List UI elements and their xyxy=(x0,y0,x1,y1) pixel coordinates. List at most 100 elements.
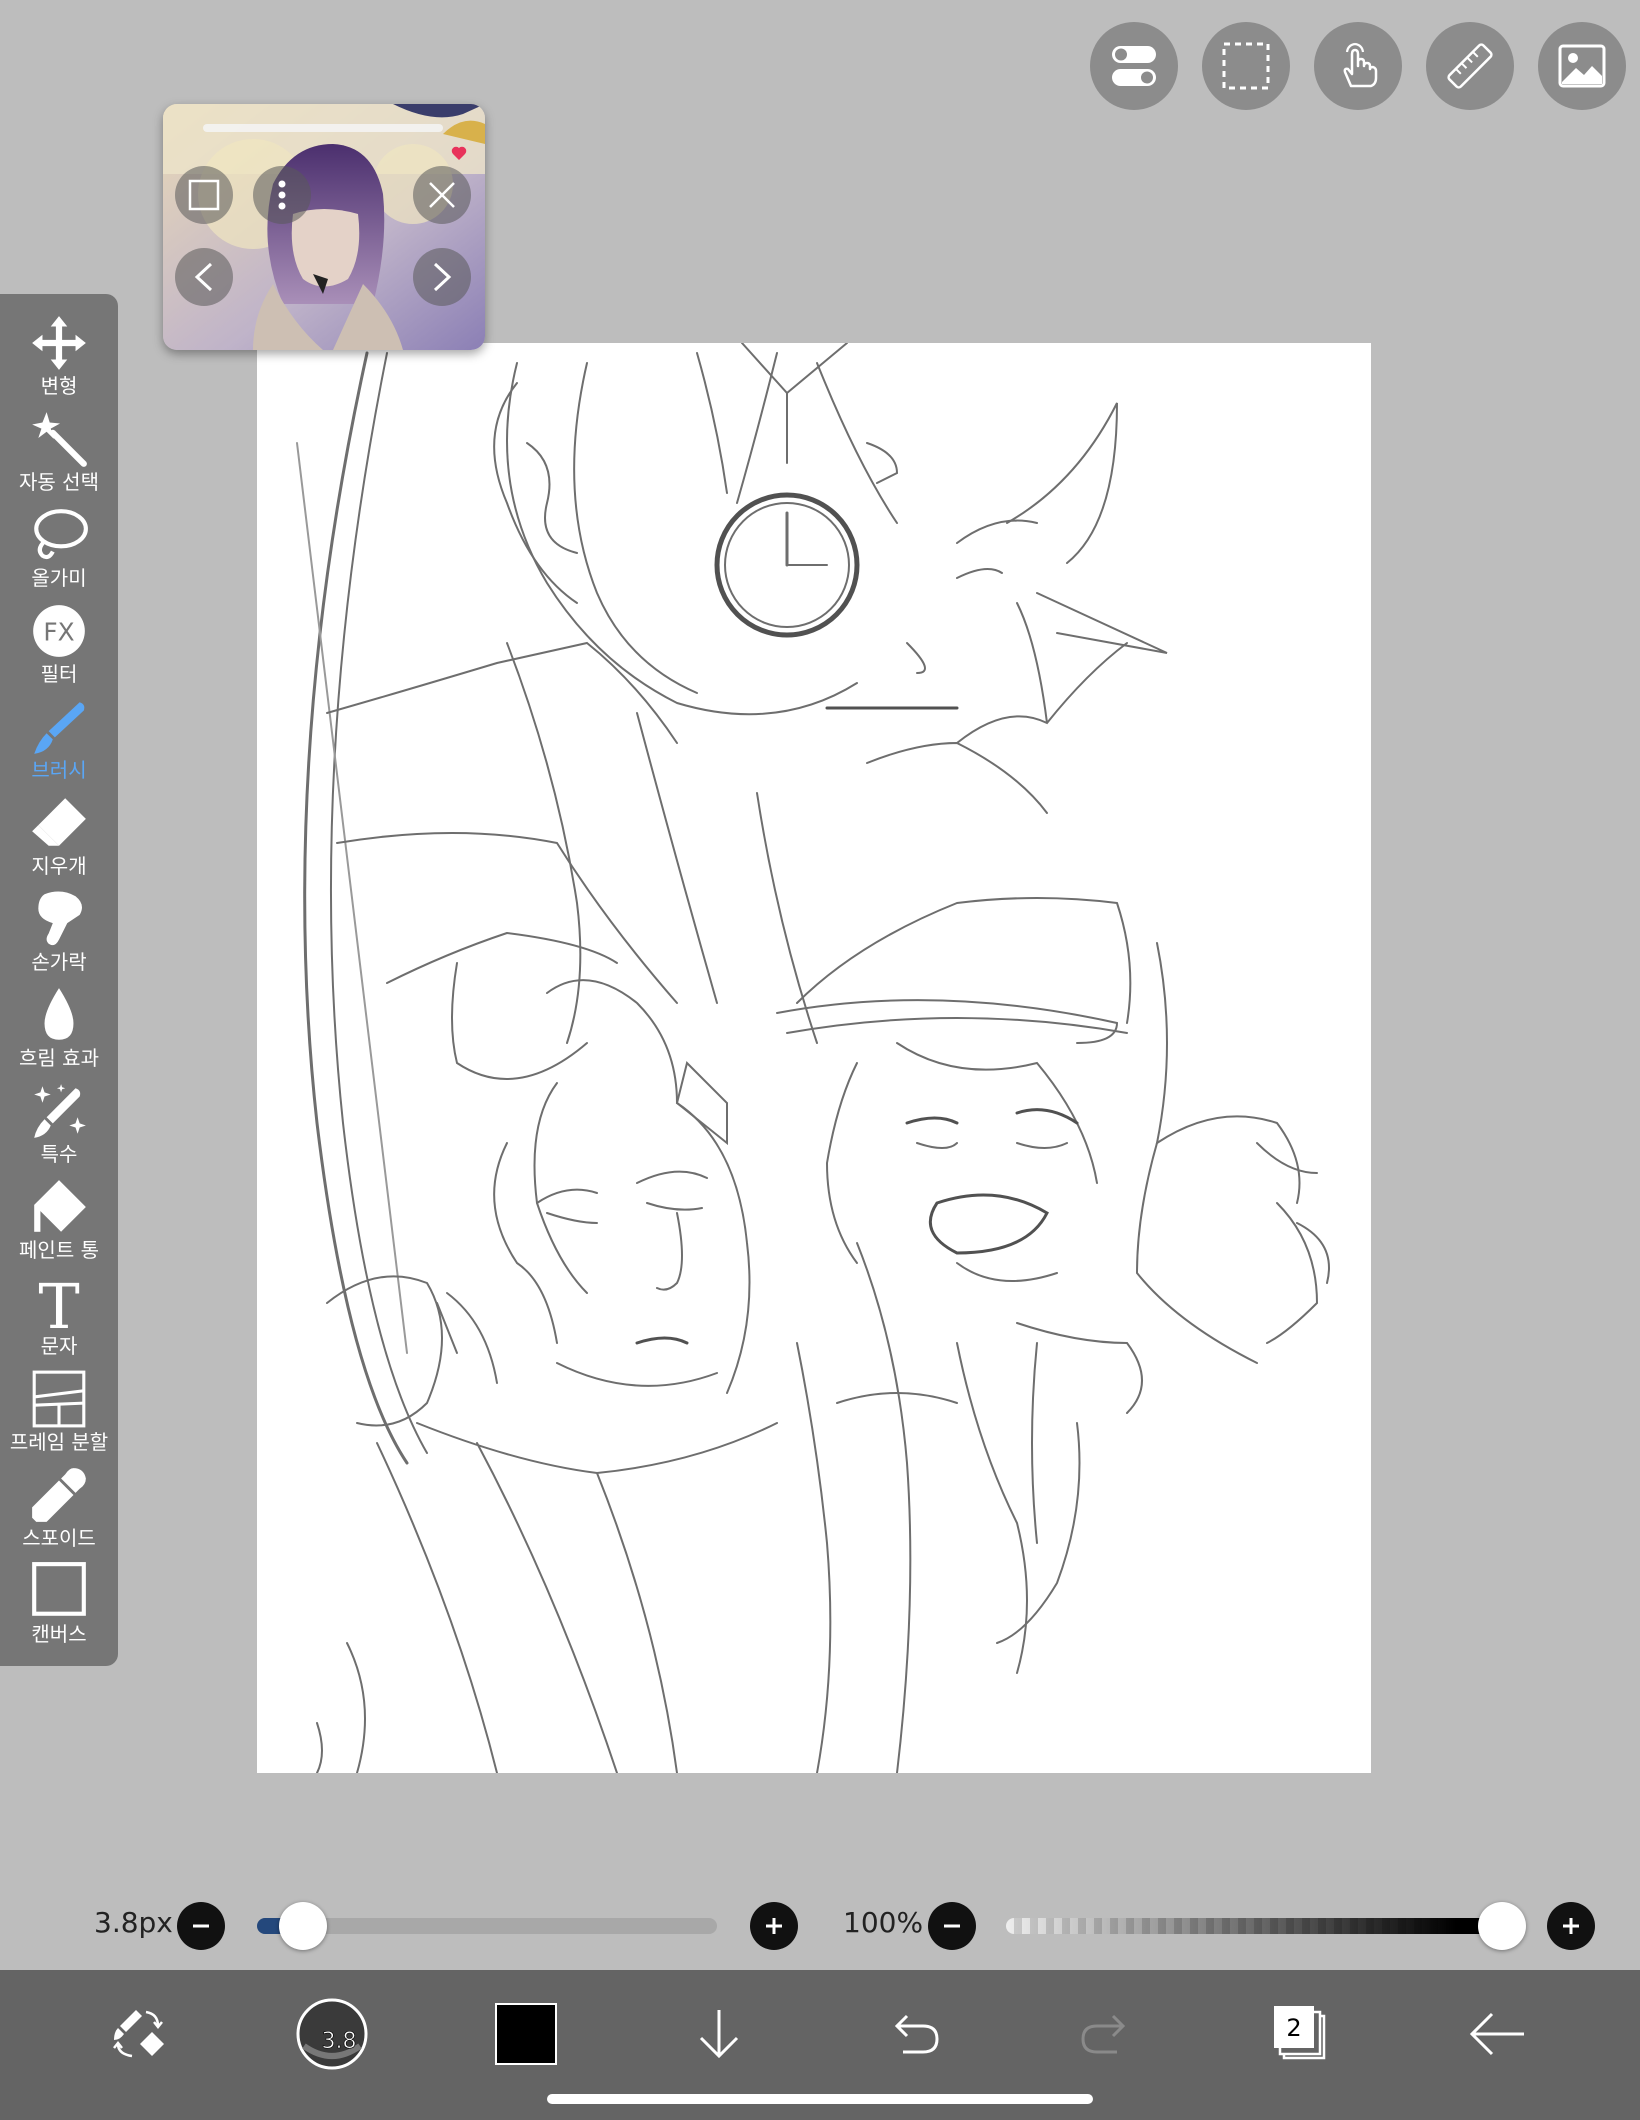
brush-size-value: 3.8px xyxy=(94,1906,173,1939)
reference-thumbnail xyxy=(163,104,485,350)
plus-icon xyxy=(766,1918,782,1934)
touch-hand-icon xyxy=(1343,42,1378,88)
tool-label: 스포이드 xyxy=(22,1526,96,1550)
special-brush-icon xyxy=(34,1084,86,1138)
fx-glyph: FX xyxy=(43,617,74,646)
opacity-decrease-button[interactable] xyxy=(928,1902,976,1950)
tool-eyedropper[interactable]: 스포이드 xyxy=(0,1464,118,1560)
paint-bucket-icon xyxy=(34,1180,86,1232)
toggle-switch-icon xyxy=(1112,46,1156,86)
drawing-canvas[interactable] xyxy=(257,343,1371,1773)
reference-close-button[interactable] xyxy=(413,166,471,224)
home-indicator[interactable] xyxy=(547,2094,1093,2104)
import-button[interactable] xyxy=(679,1994,759,2074)
tool-paint-bucket[interactable]: 페인트 통 xyxy=(0,1176,118,1272)
brush-eraser-swap-icon xyxy=(113,2010,164,2058)
brush-preview-icon: 3.8 xyxy=(296,1998,368,2070)
opacity-handle[interactable] xyxy=(1478,1902,1526,1950)
tool-label: 프레임 분할 xyxy=(9,1430,109,1454)
color-picker-button[interactable] xyxy=(486,1994,566,2074)
tool-special[interactable]: 특수 xyxy=(0,1080,118,1176)
back-button[interactable] xyxy=(1458,1994,1538,2074)
image-icon xyxy=(1558,44,1606,88)
tool-label: 문자 xyxy=(40,1334,78,1358)
top-tool-buttons xyxy=(1090,18,1630,128)
reference-image-button[interactable] xyxy=(1538,22,1626,110)
reference-more-button[interactable] xyxy=(253,166,311,224)
tool-canvas[interactable]: 캔버스 xyxy=(0,1560,118,1656)
close-icon xyxy=(429,182,455,208)
layer-count: 2 xyxy=(1286,2014,1301,2042)
tool-transform[interactable]: 변형 xyxy=(0,312,118,408)
tool-brush[interactable]: 브러시 xyxy=(0,696,118,792)
blur-drop-icon xyxy=(44,988,74,1040)
finger-smudge-icon xyxy=(38,891,82,946)
reference-prev-button[interactable] xyxy=(175,248,233,306)
arrow-down-icon xyxy=(699,2010,739,2059)
tool-blur[interactable]: 흐림 효과 xyxy=(0,984,118,1080)
fx-icon: FX xyxy=(33,605,85,657)
ruler-button[interactable] xyxy=(1426,22,1514,110)
tool-label: 흐림 효과 xyxy=(19,1046,99,1070)
tool-label: 손가락 xyxy=(31,950,87,974)
resize-icon xyxy=(188,179,220,211)
brush-size-decrease-button[interactable] xyxy=(177,1902,225,1950)
reference-resize-button[interactable] xyxy=(175,166,233,224)
brush-size-preview-button[interactable]: 3.8 xyxy=(292,1994,372,2074)
tool-label: 특수 xyxy=(40,1142,78,1166)
selection-button[interactable] xyxy=(1202,22,1290,110)
tool-label: 브러시 xyxy=(31,758,87,782)
undo-button[interactable] xyxy=(873,1994,953,2074)
swap-brush-eraser-button[interactable] xyxy=(98,1994,178,2074)
opacity-slider[interactable] xyxy=(1006,1918,1506,1934)
move-arrows-icon xyxy=(32,316,86,370)
tool-eraser[interactable]: 지우개 xyxy=(0,792,118,888)
next-icon xyxy=(433,262,452,292)
brush-size-badge: 3.8 xyxy=(322,2029,357,2054)
more-vertical-icon xyxy=(278,180,286,210)
undo-icon xyxy=(894,2014,939,2054)
magic-wand-icon xyxy=(32,412,87,467)
tool-text[interactable]: T 문자 xyxy=(0,1272,118,1368)
tool-frame-divide[interactable]: 프레임 분할 xyxy=(0,1368,118,1464)
tool-label: 자동 선택 xyxy=(19,470,99,494)
current-color-swatch xyxy=(495,2003,557,2065)
tool-label: 올가미 xyxy=(31,566,87,590)
text-tool-icon: T xyxy=(38,1272,79,1334)
eraser-icon xyxy=(32,798,86,846)
reference-window[interactable] xyxy=(163,104,485,350)
text-glyph: T xyxy=(38,1272,79,1334)
frame-divide-icon xyxy=(32,1370,86,1428)
lasso-icon xyxy=(34,509,88,560)
minus-icon xyxy=(193,1924,209,1928)
tool-label: 캔버스 xyxy=(31,1622,87,1646)
tool-finger[interactable]: 손가락 xyxy=(0,888,118,984)
opacity-value: 100% xyxy=(843,1906,924,1939)
opacity-increase-button[interactable] xyxy=(1547,1902,1595,1950)
tool-filter[interactable]: FX 필터 xyxy=(0,600,118,696)
arrow-left-icon xyxy=(1469,2012,1524,2056)
selection-rect-icon xyxy=(1222,42,1270,90)
tool-label: 변형 xyxy=(40,374,78,398)
redo-icon xyxy=(1081,2014,1126,2054)
tool-auto-select[interactable]: 자동 선택 xyxy=(0,408,118,504)
brush-size-increase-button[interactable] xyxy=(750,1902,798,1950)
left-toolbar: 변형 자동 선택 올가미 FX 필터 브러시 지우개 손가락 흐림 효과 특수 … xyxy=(0,294,118,1666)
plus-icon xyxy=(1563,1918,1579,1934)
ruler-icon xyxy=(1447,43,1493,89)
layers-icon: 2 xyxy=(1274,2006,1326,2060)
tool-lasso[interactable]: 올가미 xyxy=(0,504,118,600)
brush-size-handle[interactable] xyxy=(279,1902,327,1950)
toggle-switch-button[interactable] xyxy=(1090,22,1178,110)
canvas-icon xyxy=(32,1562,86,1616)
prev-icon xyxy=(194,262,213,292)
tool-label: 필터 xyxy=(40,662,78,686)
redo-button[interactable] xyxy=(1067,1994,1147,2074)
tool-label: 페인트 통 xyxy=(19,1238,99,1262)
sketch-artwork xyxy=(296,343,1330,1773)
reference-next-button[interactable] xyxy=(413,248,471,306)
layers-button[interactable]: 2 xyxy=(1262,1994,1342,2074)
eyedropper-icon xyxy=(32,1468,86,1522)
minus-icon xyxy=(944,1924,960,1928)
touch-button[interactable] xyxy=(1314,22,1402,110)
